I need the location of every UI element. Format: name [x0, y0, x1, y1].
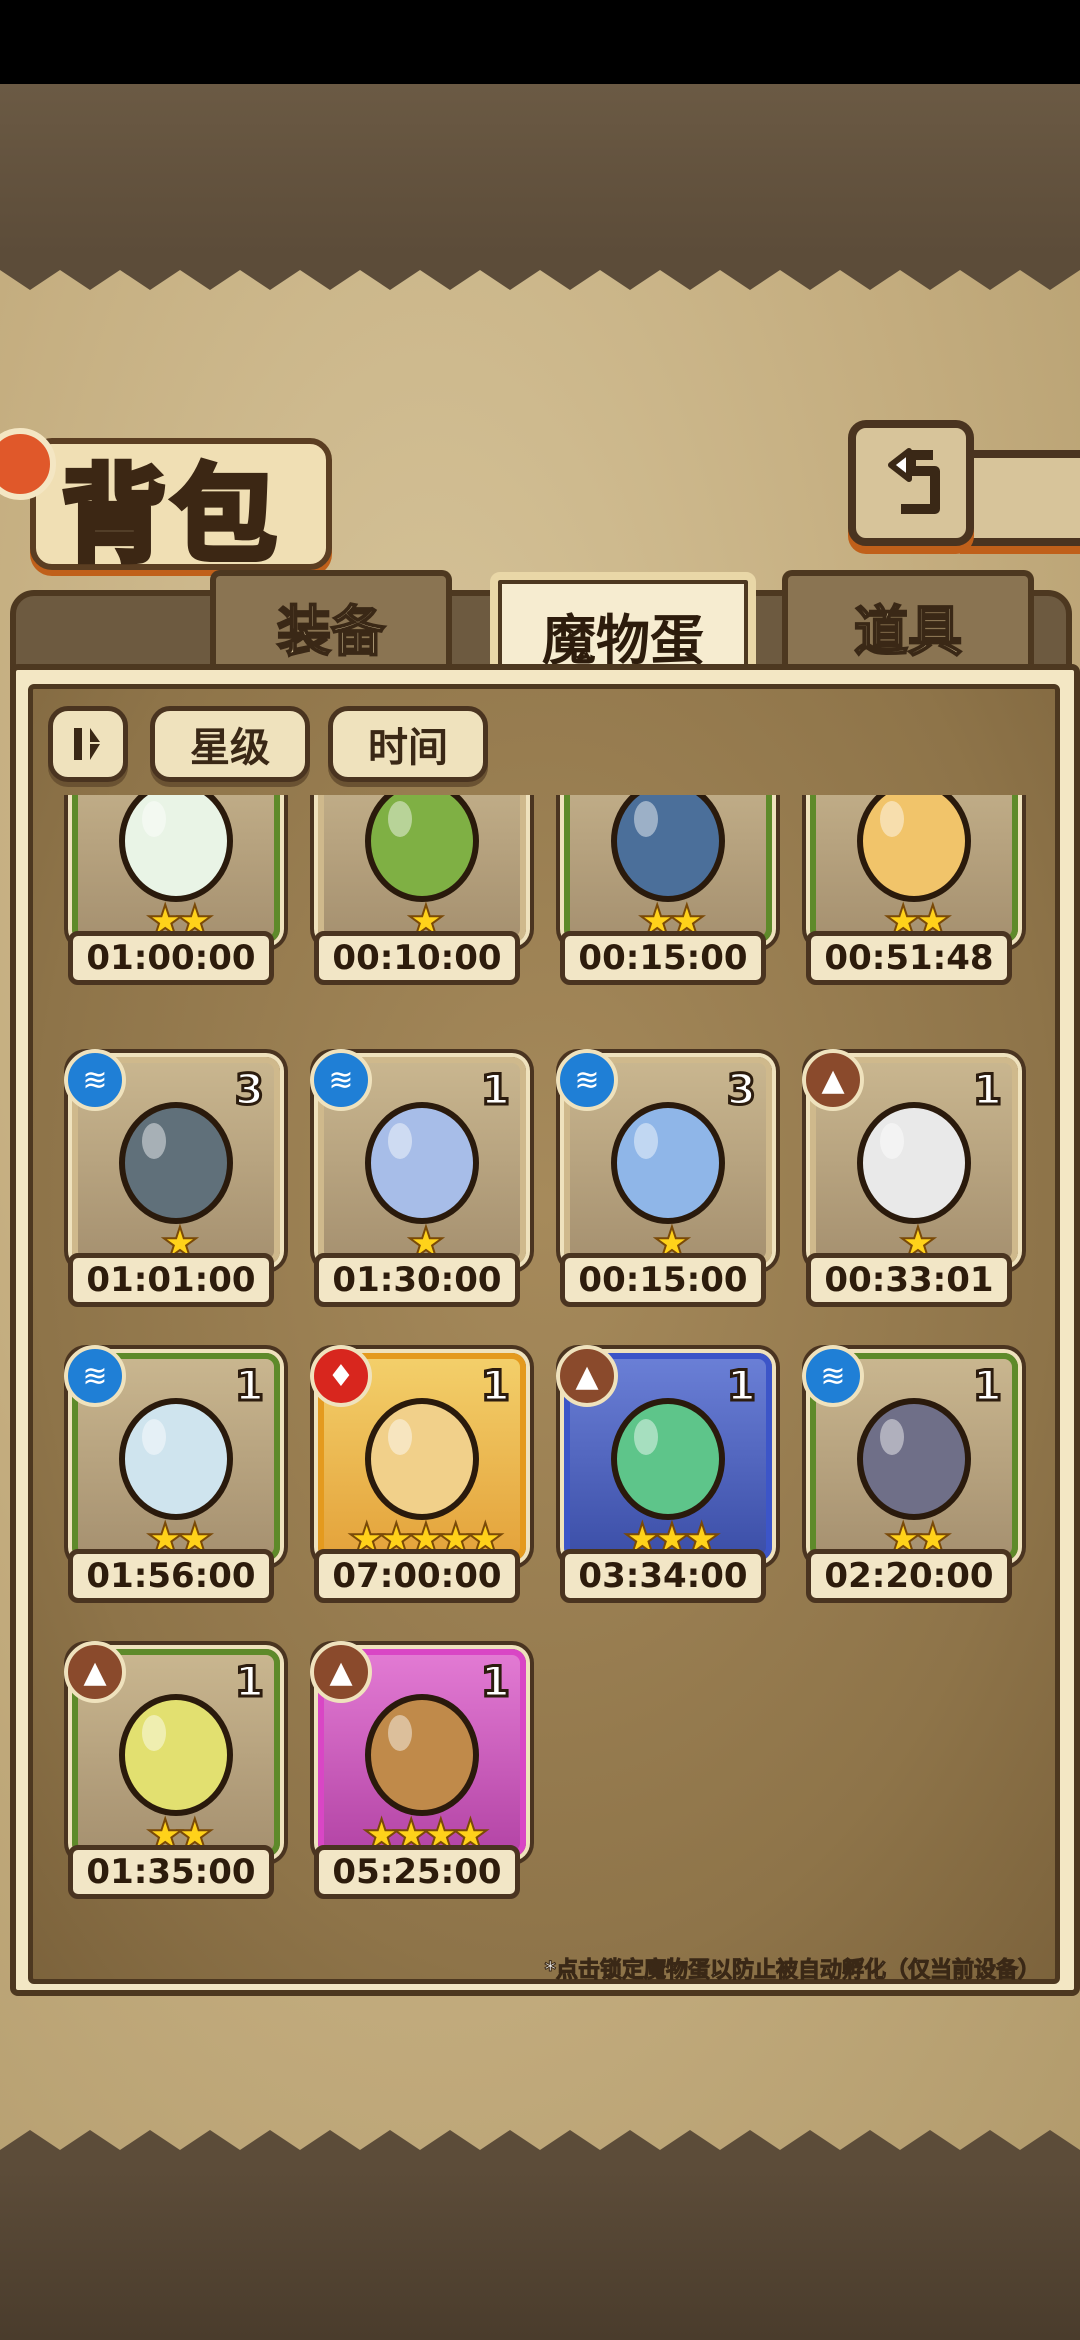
zigzag-border-top [0, 250, 1080, 290]
egg-count: 1 [479, 1656, 511, 1708]
earth-element-icon: ▲ [802, 1049, 864, 1111]
hatch-timer: 01:56:00 [68, 1549, 274, 1603]
egg-count: 3 [233, 1064, 265, 1116]
armored-slime-egg-icon [611, 1398, 725, 1520]
egg-slot[interactable]: 3 ★ ≋ [64, 1049, 280, 1268]
egg-slot[interactable]: 2★★ [564, 795, 772, 946]
hatch-timer: 00:15:00 [560, 1253, 766, 1307]
blue-fur-egg-icon [365, 1102, 479, 1224]
status-bar [0, 0, 1080, 84]
footer-note: *点击锁定魔物蛋以防止被自动孵化（仅当前设备） [544, 1958, 1041, 1984]
egg-slot[interactable]: 1★★ [72, 795, 280, 946]
egg-slot[interactable]: 1★★ [810, 795, 1018, 946]
sort-by-star-button[interactable]: 星级 [150, 706, 310, 782]
zigzag-border-bottom [0, 2130, 1080, 2170]
hatch-timer: 01:01:00 [68, 1253, 274, 1307]
hatch-timer: 03:34:00 [560, 1549, 766, 1603]
hatch-timer: 01:35:00 [68, 1845, 274, 1899]
water-element-icon: ≋ [64, 1049, 126, 1111]
back-button-plate [960, 450, 1080, 546]
egg-slot[interactable]: 1 ★★ ≋ [802, 1345, 1018, 1564]
hatch-timer: 00:10:00 [314, 931, 520, 985]
horned-furry-egg-icon [365, 1694, 479, 1816]
water-element-icon: ≋ [556, 1049, 618, 1111]
clam-egg-icon [119, 1102, 233, 1224]
hatch-timer: 05:25:00 [314, 1845, 520, 1899]
egg-slot[interactable]: 4★ [318, 795, 526, 946]
hatch-timer: 00:15:00 [560, 931, 766, 985]
egg-slot[interactable]: 1 ★★★ ▲ [556, 1345, 772, 1564]
fire-element-icon: ♦ [310, 1345, 372, 1407]
egg-count: 1 [971, 1064, 1003, 1116]
bottom-banner [0, 2170, 1080, 2340]
egg-count: 3 [725, 1064, 757, 1116]
water-element-icon: ≋ [64, 1345, 126, 1407]
earth-element-icon: ▲ [310, 1641, 372, 1703]
egg-slot[interactable]: 1 ★ ▲ [802, 1049, 1018, 1268]
green-slime-egg-icon [365, 795, 479, 902]
sort-by-time-button[interactable]: 时间 [328, 706, 488, 782]
earth-element-icon: ▲ [64, 1641, 126, 1703]
egg-count: 1 [479, 1064, 511, 1116]
sort-toggle-icon [74, 728, 100, 760]
hatch-timer: 07:00:00 [314, 1549, 520, 1603]
koala-egg-icon [857, 1102, 971, 1224]
hatch-timer: 02:20:00 [806, 1549, 1012, 1603]
bandaged-egg-icon [857, 795, 971, 902]
tiger-egg-icon [365, 1398, 479, 1520]
egg-count: 1 [479, 1360, 511, 1412]
egg-slot[interactable]: 1 ★★★★ ▲ [310, 1641, 526, 1860]
water-element-icon: ≋ [310, 1049, 372, 1111]
flask-egg-icon [119, 1398, 233, 1520]
cracked-yellow-egg-icon [119, 1694, 233, 1816]
blue-slime-egg-icon [611, 1102, 725, 1224]
egg-grid: 1★★01:00:004★00:10:002★★00:15:001★★00:51… [28, 795, 1050, 1935]
sort-toggle-button[interactable] [48, 706, 128, 782]
page-title: 背包 [59, 450, 283, 579]
hatch-timer: 01:00:00 [68, 931, 274, 985]
top-banner [0, 84, 1080, 254]
egg-slot[interactable]: 3 ★ ≋ [556, 1049, 772, 1268]
egg-count: 1 [971, 1360, 1003, 1412]
egg-count: 1 [233, 1656, 265, 1708]
water-element-icon: ≋ [802, 1345, 864, 1407]
tab-items[interactable]: 道具 [782, 570, 1034, 676]
egg-slot[interactable]: 1 ★★★★★ ♦ [310, 1345, 526, 1564]
egg-slot[interactable]: 1 ★ ≋ [310, 1049, 526, 1268]
hatch-timer: 01:30:00 [314, 1253, 520, 1307]
egg-slot[interactable]: 1 ★★ ≋ [64, 1345, 280, 1564]
back-button[interactable] [848, 420, 974, 546]
egg-count: 1 [725, 1360, 757, 1412]
shell-egg-icon [611, 795, 725, 902]
hatch-timer: 00:33:01 [806, 1253, 1012, 1307]
return-arrow-icon [888, 448, 940, 514]
egg-slot[interactable]: 1 ★★ ▲ [64, 1641, 280, 1860]
hatch-timer: 00:51:48 [806, 931, 1012, 985]
earth-element-icon: ▲ [556, 1345, 618, 1407]
dark-clam-egg-icon [857, 1398, 971, 1520]
tab-equipment[interactable]: 装备 [210, 570, 452, 676]
radish-egg-icon [119, 795, 233, 902]
egg-count: 1 [233, 1360, 265, 1412]
